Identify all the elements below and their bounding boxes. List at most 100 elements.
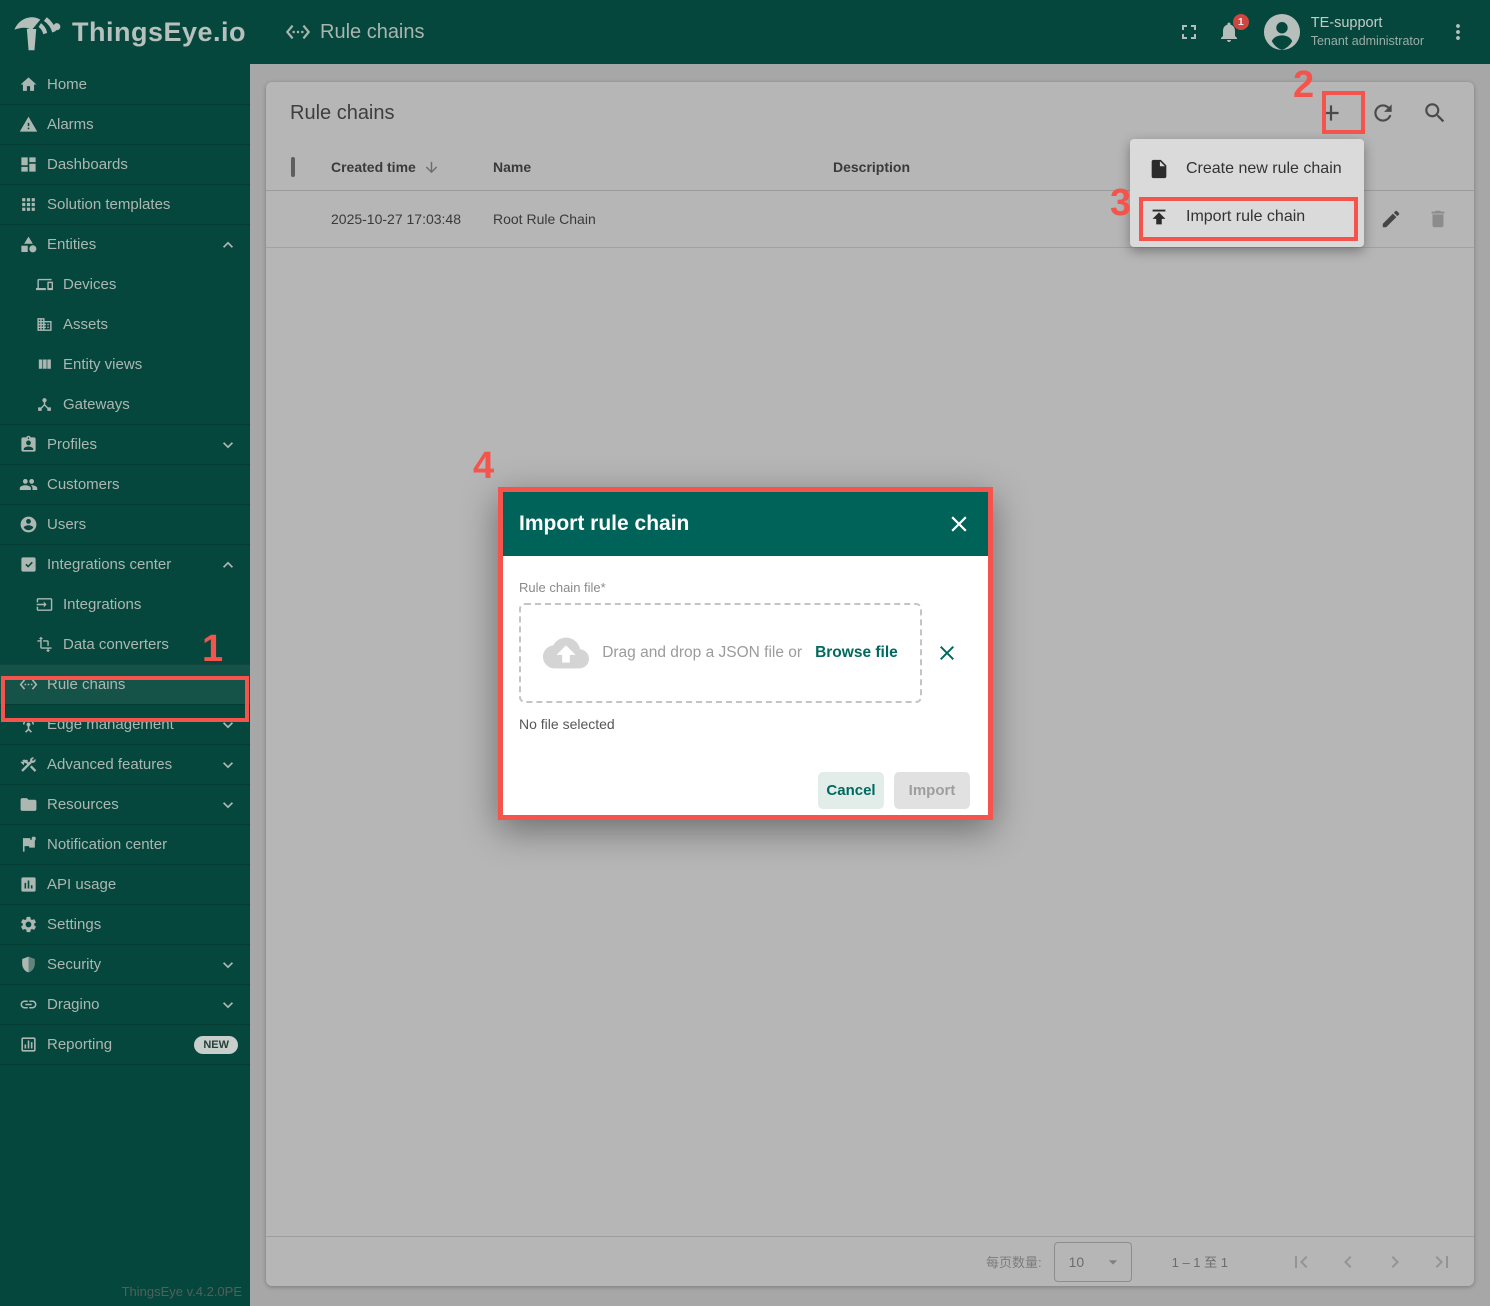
column-created-time[interactable]: Created time bbox=[331, 159, 493, 176]
sidebar-item-entity-views[interactable]: Entity views bbox=[0, 344, 250, 384]
sidebar-item-reporting[interactable]: ReportingNEW bbox=[0, 1024, 250, 1064]
sidebar-item-label: Settings bbox=[47, 916, 238, 933]
sidebar-item-label: Dragino bbox=[47, 996, 218, 1013]
column-label: Created time bbox=[331, 159, 416, 175]
column-name[interactable]: Name bbox=[493, 159, 833, 175]
user-name: TE-support bbox=[1311, 14, 1424, 33]
next-page-button[interactable] bbox=[1383, 1250, 1407, 1274]
menu-item-create-new-rule-chain[interactable]: Create new rule chain bbox=[1130, 145, 1364, 193]
chevron-down-icon bbox=[218, 715, 238, 735]
avatar[interactable] bbox=[1263, 13, 1301, 51]
app-header: ThingsEye.io Rule chains 1 TE-support Te… bbox=[0, 0, 1490, 64]
sidebar-item-data-converters[interactable]: Data converters bbox=[0, 624, 250, 664]
prev-page-button[interactable] bbox=[1336, 1250, 1360, 1274]
file-field-label: Rule chain file* bbox=[519, 580, 972, 595]
sidebar-item-label: API usage bbox=[47, 876, 238, 893]
add-rule-chain-button[interactable] bbox=[1316, 98, 1346, 128]
security-icon bbox=[17, 955, 39, 974]
sidebar-item-integrations-center[interactable]: Integrations center bbox=[0, 544, 250, 584]
page-range-label: 1 – 1 至 1 bbox=[1172, 1252, 1228, 1271]
user-menu[interactable]: TE-support Tenant administrator bbox=[1311, 14, 1424, 49]
sidebar-item-edge-management[interactable]: Edge management bbox=[0, 704, 250, 744]
dialog-header: Import rule chain bbox=[503, 492, 988, 556]
breadcrumb: Rule chains bbox=[285, 19, 425, 45]
sidebar-item-devices[interactable]: Devices bbox=[0, 264, 250, 304]
logo-icon bbox=[10, 12, 66, 52]
file-icon bbox=[1148, 158, 1170, 180]
cancel-button[interactable]: Cancel bbox=[818, 772, 884, 809]
fullscreen-icon[interactable] bbox=[1169, 12, 1209, 52]
no-file-text: No file selected bbox=[519, 716, 972, 732]
alarms-icon bbox=[17, 115, 39, 134]
edit-button[interactable] bbox=[1380, 208, 1402, 230]
sidebar-item-label: Integrations bbox=[63, 596, 238, 613]
cell-created-time: 2025-10-27 17:03:48 bbox=[331, 211, 493, 227]
upload-icon bbox=[1148, 206, 1170, 228]
page-title: Rule chains bbox=[290, 102, 395, 125]
sidebar-item-entities[interactable]: Entities bbox=[0, 224, 250, 264]
new-badge: NEW bbox=[194, 1036, 238, 1054]
sidebar-item-label: Rule chains bbox=[47, 676, 238, 693]
user-role: Tenant administrator bbox=[1311, 33, 1424, 49]
advanced-features-icon bbox=[17, 755, 39, 774]
more-vert-icon[interactable] bbox=[1438, 12, 1478, 52]
sidebar-item-gateways[interactable]: Gateways bbox=[0, 384, 250, 424]
refresh-button[interactable] bbox=[1368, 98, 1398, 128]
rule-chains-icon bbox=[285, 19, 311, 45]
sidebar-item-dragino[interactable]: Dragino bbox=[0, 984, 250, 1024]
add-menu: Create new rule chain Import rule chain bbox=[1130, 139, 1364, 247]
assets-icon bbox=[33, 316, 55, 333]
sidebar-item-resources[interactable]: Resources bbox=[0, 784, 250, 824]
chevron-down-icon bbox=[218, 995, 238, 1015]
logo-text: ThingsEye.io bbox=[72, 17, 246, 48]
close-icon[interactable] bbox=[946, 511, 972, 537]
sort-desc-icon bbox=[423, 159, 440, 176]
sidebar-item-label: Dashboards bbox=[47, 156, 238, 173]
menu-item-label: Import rule chain bbox=[1186, 208, 1305, 226]
import-button[interactable]: Import bbox=[894, 772, 970, 809]
sidebar-menu: HomeAlarmsDashboardsSolution templatesEn… bbox=[0, 64, 250, 1064]
sidebar-item-label: Alarms bbox=[47, 116, 238, 133]
notification-center-icon bbox=[17, 835, 39, 854]
sidebar-item-home[interactable]: Home bbox=[0, 64, 250, 104]
per-page-select[interactable]: 10 bbox=[1054, 1242, 1132, 1282]
sidebar-item-customers[interactable]: Customers bbox=[0, 464, 250, 504]
sidebar-item-profiles[interactable]: Profiles bbox=[0, 424, 250, 464]
search-button[interactable] bbox=[1420, 98, 1450, 128]
sidebar-item-rule-chains[interactable]: Rule chains bbox=[0, 664, 250, 704]
sidebar-item-alarms[interactable]: Alarms bbox=[0, 104, 250, 144]
sidebar-item-label: Advanced features bbox=[47, 756, 218, 773]
file-dropzone[interactable]: Drag and drop a JSON file or Browse file bbox=[519, 603, 922, 703]
browse-file-button[interactable]: Browse file bbox=[815, 644, 898, 662]
chevron-down-icon bbox=[218, 955, 238, 975]
sidebar-item-assets[interactable]: Assets bbox=[0, 304, 250, 344]
chevron-down-icon bbox=[218, 795, 238, 815]
sidebar-item-notification-center[interactable]: Notification center bbox=[0, 824, 250, 864]
sidebar-item-label: Security bbox=[47, 956, 218, 973]
sidebar-item-label: Notification center bbox=[47, 836, 238, 853]
sidebar-item-integrations[interactable]: Integrations bbox=[0, 584, 250, 624]
sidebar-item-dashboards[interactable]: Dashboards bbox=[0, 144, 250, 184]
sidebar-item-security[interactable]: Security bbox=[0, 944, 250, 984]
app-logo[interactable]: ThingsEye.io bbox=[0, 12, 250, 52]
clear-file-icon[interactable] bbox=[922, 641, 972, 665]
menu-item-label: Create new rule chain bbox=[1186, 160, 1342, 178]
per-page-value: 10 bbox=[1069, 1254, 1085, 1270]
sidebar-item-advanced-features[interactable]: Advanced features bbox=[0, 744, 250, 784]
entities-icon bbox=[17, 235, 39, 254]
last-page-button[interactable] bbox=[1430, 1250, 1454, 1274]
gateways-icon bbox=[33, 396, 55, 413]
sidebar-item-settings[interactable]: Settings bbox=[0, 904, 250, 944]
first-page-button[interactable] bbox=[1289, 1250, 1313, 1274]
sidebar-item-label: Users bbox=[47, 516, 238, 533]
menu-item-import-rule-chain[interactable]: Import rule chain bbox=[1130, 193, 1364, 241]
sidebar-item-label: Profiles bbox=[47, 436, 218, 453]
sidebar-item-solution-templates[interactable]: Solution templates bbox=[0, 184, 250, 224]
resources-icon bbox=[17, 795, 39, 814]
sidebar-item-users[interactable]: Users bbox=[0, 504, 250, 544]
notifications-button[interactable]: 1 bbox=[1209, 12, 1249, 52]
select-all-checkbox[interactable] bbox=[291, 157, 295, 177]
delete-button[interactable] bbox=[1427, 208, 1449, 230]
sidebar-item-api-usage[interactable]: API usage bbox=[0, 864, 250, 904]
dialog-title: Import rule chain bbox=[519, 512, 689, 536]
